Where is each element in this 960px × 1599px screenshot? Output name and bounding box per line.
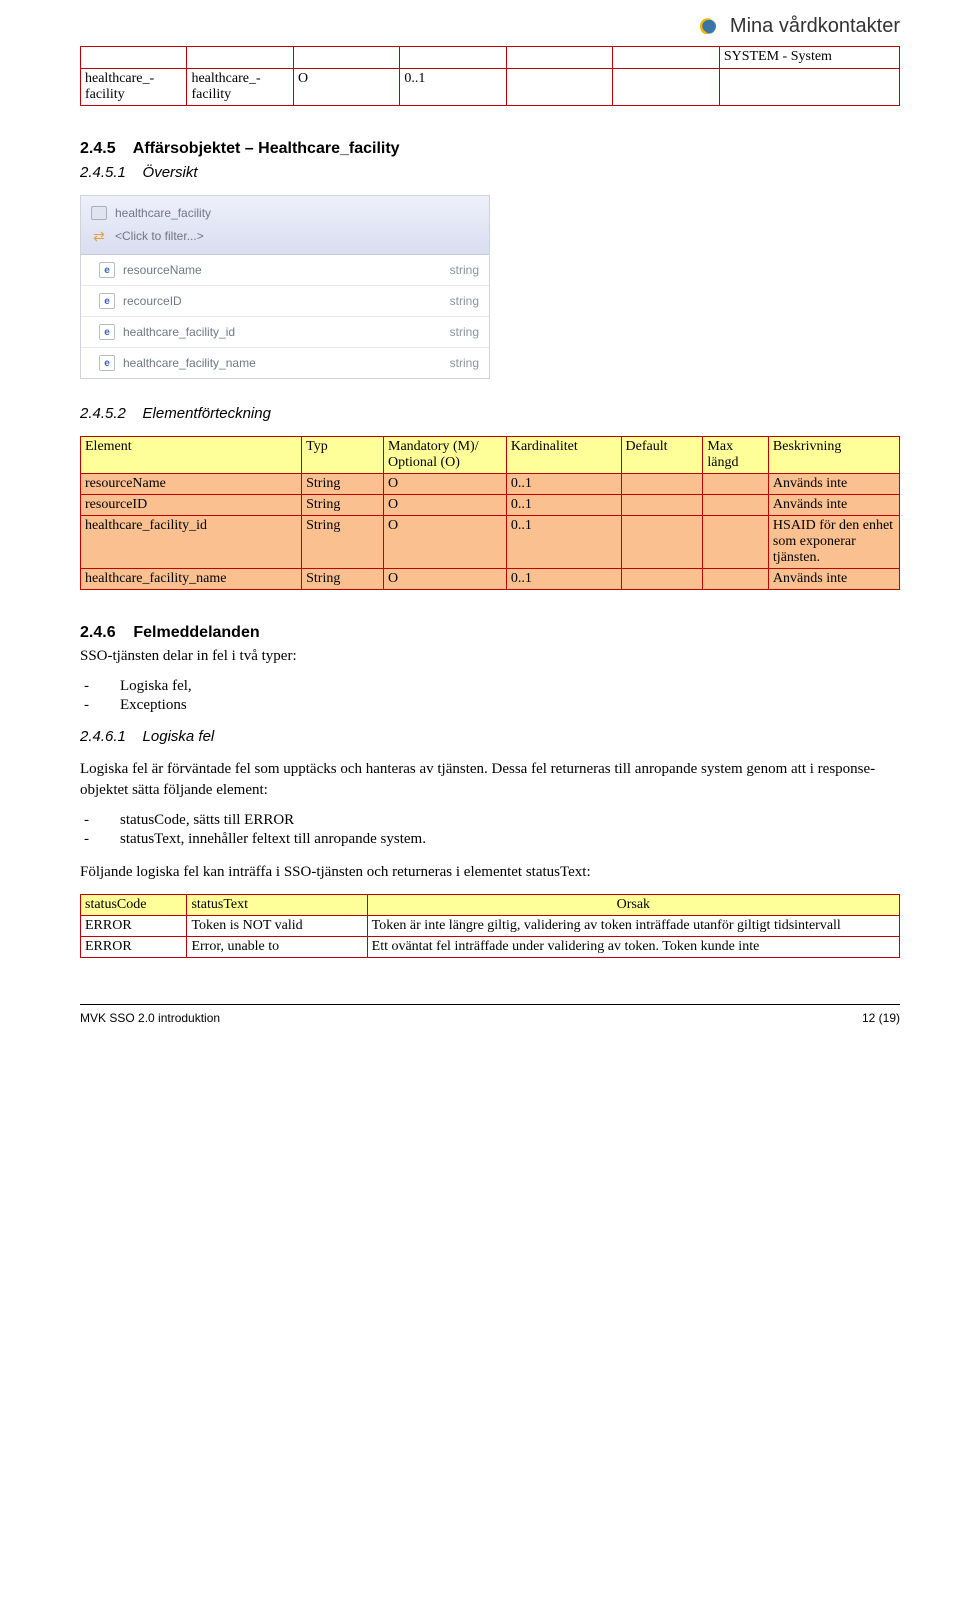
schema-item: e resourceName string bbox=[81, 255, 489, 286]
list-item: statusCode, sätts till ERROR bbox=[120, 812, 900, 829]
section-2451-heading: 2.4.5.1 Översikt bbox=[80, 164, 900, 181]
element-icon: e bbox=[99, 324, 115, 340]
brand-logo: Mina vårdkontakter bbox=[694, 12, 900, 40]
error-table: statusCode statusText Orsak ERRORToken i… bbox=[80, 894, 900, 958]
schema-title: healthcare_facility bbox=[115, 206, 211, 220]
element-icon: e bbox=[99, 262, 115, 278]
section-2461-bullets: statusCode, sätts till ERROR statusText, … bbox=[80, 812, 900, 848]
page-header: Mina vårdkontakter bbox=[80, 0, 900, 46]
brand-text: Mina vårdkontakter bbox=[730, 15, 900, 38]
schema-panel-header: healthcare_facility ⇄ <Click to filter..… bbox=[81, 196, 489, 255]
footer-left: MVK SSO 2.0 introduktion bbox=[80, 1011, 220, 1025]
schema-panel-body: eresourceNamestringerecourceIDstringehea… bbox=[81, 255, 489, 378]
table-row: ERRORToken is NOT validToken är inte län… bbox=[81, 916, 900, 937]
section-2461-p1: Logiska fel är förväntade fel som upptäc… bbox=[80, 759, 900, 800]
element-icon: e bbox=[99, 355, 115, 371]
table-row: resourceNameStringO0..1Används inte bbox=[81, 474, 900, 495]
schema-item: e recourceID string bbox=[81, 286, 489, 317]
folder-icon bbox=[91, 206, 107, 220]
footer-right: 12 (19) bbox=[862, 1011, 900, 1025]
table-row: resourceIDStringO0..1Används inte bbox=[81, 495, 900, 516]
schema-item-name: resourceName bbox=[123, 263, 202, 277]
schema-item-type: string bbox=[450, 356, 479, 370]
list-item: Logiska fel, bbox=[120, 678, 900, 695]
schema-item-name: healthcare_facility_name bbox=[123, 356, 256, 370]
schema-item: e healthcare_facility_name string bbox=[81, 348, 489, 378]
list-item: statusText, innehåller feltext till anro… bbox=[120, 831, 900, 848]
element-icon: e bbox=[99, 293, 115, 309]
schema-panel: healthcare_facility ⇄ <Click to filter..… bbox=[80, 195, 490, 379]
schema-item-name: recourceID bbox=[123, 294, 182, 308]
page-footer: MVK SSO 2.0 introduktion 12 (19) bbox=[80, 1004, 900, 1025]
schema-item-type: string bbox=[450, 294, 479, 308]
table-row: healthcare_facility_idStringO0..1HSAID f… bbox=[81, 516, 900, 569]
schema-item-type: string bbox=[450, 263, 479, 277]
section-246-heading: 2.4.6 Felmeddelanden bbox=[80, 624, 900, 642]
section-2461-p2: Följande logiska fel kan inträffa i SSO-… bbox=[80, 862, 900, 882]
schema-item: e healthcare_facility_id string bbox=[81, 317, 489, 348]
section-246-bullets: Logiska fel, Exceptions bbox=[80, 678, 900, 714]
section-2461-heading: 2.4.6.1 Logiska fel bbox=[80, 728, 900, 745]
table-row: ERRORError, unable toEtt oväntat fel int… bbox=[81, 937, 900, 958]
section-245-heading: 2.4.5 Affärsobjektet – Healthcare_facili… bbox=[80, 140, 900, 158]
element-table: Element Typ Mandatory (M)/ Optional (O) … bbox=[80, 436, 900, 590]
schema-item-name: healthcare_facility_id bbox=[123, 325, 235, 339]
list-item: Exceptions bbox=[120, 697, 900, 714]
schema-filter-text[interactable]: <Click to filter...> bbox=[115, 229, 204, 243]
table-row: healthcare_facility_nameStringO0..1Använ… bbox=[81, 569, 900, 590]
schema-item-type: string bbox=[450, 325, 479, 339]
top-table-fragment: SYSTEM - System healthcare_-facility hea… bbox=[80, 46, 900, 106]
section-246-intro: SSO-tjänsten delar in fel i två typer: bbox=[80, 646, 900, 666]
filter-icon: ⇄ bbox=[91, 228, 107, 244]
table-header-row: Element Typ Mandatory (M)/ Optional (O) … bbox=[81, 437, 900, 474]
table-header-row: statusCode statusText Orsak bbox=[81, 895, 900, 916]
section-2452-heading: 2.4.5.2 Elementförteckning bbox=[80, 405, 900, 422]
brand-logo-icon bbox=[694, 12, 722, 40]
table-row: healthcare_-facility healthcare_-facilit… bbox=[81, 69, 900, 106]
fragment-last-cell: SYSTEM - System bbox=[719, 47, 899, 69]
